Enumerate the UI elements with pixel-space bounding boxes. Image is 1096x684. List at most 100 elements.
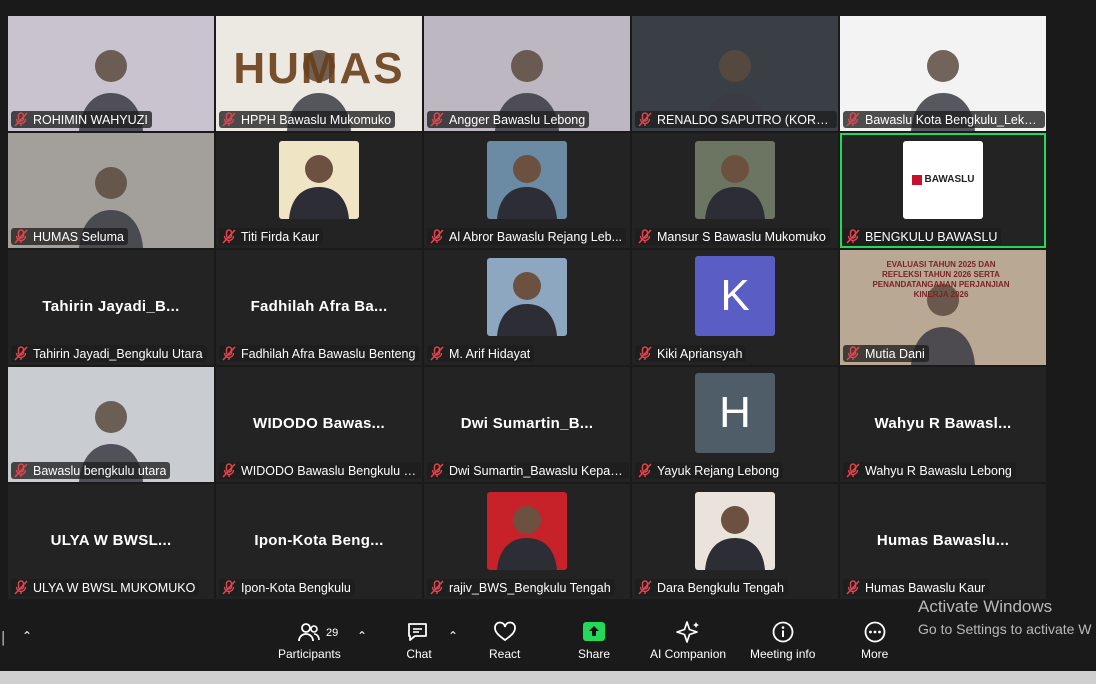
- participant-name: M. Arif Hidayat: [449, 346, 531, 361]
- left-edge-control[interactable]: │: [0, 631, 8, 645]
- activate-windows-watermark: Activate Windows Go to Settings to activ…: [918, 597, 1092, 637]
- mic-muted-icon: [222, 463, 236, 478]
- mic-muted-icon: [638, 112, 652, 127]
- participant-tile[interactable]: Dara Bengkulu Tengah: [632, 484, 838, 599]
- participant-name: Yayuk Rejang Lebong: [657, 463, 780, 478]
- ai-companion-button[interactable]: AI Companion: [650, 621, 726, 661]
- participant-nameplate: Bawaslu Kota Bengkulu_Leka ...: [843, 111, 1045, 128]
- participant-tile[interactable]: Titi Firda Kaur: [216, 133, 422, 248]
- participant-name: rajiv_BWS_Bengkulu Tengah: [449, 580, 611, 595]
- participant-tile[interactable]: K Kiki Apriansyah: [632, 250, 838, 365]
- participant-name: ULYA W BWSL MUKOMUKO: [33, 580, 196, 595]
- participant-nameplate: Ipon-Kota Bengkulu: [219, 579, 355, 596]
- participant-nameplate: Tahirin Jayadi_Bengkulu Utara: [11, 345, 207, 362]
- participant-name: Ipon-Kota Bengkulu: [241, 580, 351, 595]
- meeting-info-button[interactable]: Meeting info: [750, 621, 815, 661]
- participant-tile[interactable]: Bawaslu bengkulu utara: [8, 367, 214, 482]
- participant-name: Humas Bawaslu Kaur: [865, 580, 986, 595]
- mic-muted-icon: [222, 346, 236, 361]
- participant-nameplate: HUMAS Seluma: [11, 228, 128, 245]
- participant-nameplate: Yayuk Rejang Lebong: [635, 462, 784, 479]
- participant-tile[interactable]: Mansur S Bawaslu Mukomuko: [632, 133, 838, 248]
- participant-tile[interactable]: ROHIMIN WAHYUZI: [8, 16, 214, 131]
- participant-nameplate: Dara Bengkulu Tengah: [635, 579, 788, 596]
- participant-nameplate: Mansur S Bawaslu Mukomuko: [635, 228, 830, 245]
- person-photo-icon: [289, 154, 349, 219]
- participant-tile[interactable]: BAWASLU BENGKULU BAWASLU: [840, 133, 1046, 248]
- participant-tile[interactable]: HUMAS HPPH Bawaslu Mukomuko: [216, 16, 422, 131]
- participants-label: Participants: [278, 647, 341, 661]
- participant-name: Mansur S Bawaslu Mukomuko: [657, 229, 826, 244]
- react-button[interactable]: React: [489, 621, 520, 661]
- participant-name: Fadhilah Afra Bawaslu Benteng: [241, 346, 416, 361]
- participant-name: WIDODO Bawaslu Bengkulu S...: [241, 463, 417, 478]
- participant-tile[interactable]: Bawaslu Kota Bengkulu_Leka ...: [840, 16, 1046, 131]
- participant-tile[interactable]: RENALDO SAPUTRO (KORDIV...: [632, 16, 838, 131]
- react-label: React: [489, 647, 521, 661]
- participant-tile[interactable]: Angger Bawaslu Lebong: [424, 16, 630, 131]
- heart-icon: [493, 621, 516, 642]
- mic-muted-icon: [638, 346, 652, 361]
- participant-name: Mutia Dani: [865, 346, 925, 361]
- participant-nameplate: Bawaslu bengkulu utara: [11, 462, 171, 479]
- participant-photo: [279, 140, 359, 219]
- participant-tile[interactable]: WIDODO Bawas... WIDODO Bawaslu Bengkulu S…: [216, 367, 422, 482]
- participant-nameplate: M. Arif Hidayat: [427, 345, 535, 362]
- mic-muted-icon: [222, 112, 236, 127]
- participant-name: Kiki Apriansyah: [657, 346, 743, 361]
- mic-muted-icon: [14, 463, 28, 478]
- person-photo-icon: [497, 505, 557, 570]
- participant-tile[interactable]: Humas Bawaslu... Humas Bawaslu Kaur: [840, 484, 1046, 599]
- participants-icon: [298, 623, 321, 642]
- participant-tile[interactable]: Al Abror Bawaslu Rejang Leb...: [424, 133, 630, 248]
- participants-chevron-icon[interactable]: ⌃: [357, 629, 367, 643]
- participant-name: HUMAS Seluma: [33, 229, 124, 244]
- participant-tile[interactable]: HUMAS Seluma: [8, 133, 214, 248]
- sparkle-icon: [676, 621, 700, 643]
- participant-name: Wahyu R Bawaslu Lebong: [865, 463, 1012, 478]
- participant-nameplate: HPPH Bawaslu Mukomuko: [219, 111, 396, 128]
- participant-display-name: ULYA W BWSL...: [50, 531, 172, 549]
- participant-nameplate: Angger Bawaslu Lebong: [427, 111, 590, 128]
- participant-tile[interactable]: Wahyu R Bawasl... Wahyu R Bawaslu Lebong: [840, 367, 1046, 482]
- bawaslu-logo: BAWASLU: [903, 140, 983, 219]
- chat-button[interactable]: Chat: [406, 621, 432, 661]
- participant-tile[interactable]: M. Arif Hidayat: [424, 250, 630, 365]
- person-photo-icon: [705, 154, 765, 219]
- participants-count: 29: [326, 627, 339, 639]
- mic-muted-icon: [638, 229, 652, 244]
- participant-tile[interactable]: Tahirin Jayadi_B... Tahirin Jayadi_Bengku…: [8, 250, 214, 365]
- ai-companion-label: AI Companion: [650, 647, 727, 661]
- participant-tile[interactable]: EVALUASI TAHUN 2025 DAN REFLEKSI TAHUN 2…: [840, 250, 1046, 365]
- mic-muted-icon: [846, 463, 860, 478]
- participant-display-name: Ipon-Kota Beng...: [254, 531, 384, 549]
- participant-nameplate: Mutia Dani: [843, 345, 929, 362]
- background-banner-text: HUMAS: [233, 44, 405, 93]
- person-photo-icon: [497, 154, 557, 219]
- participant-photo: [487, 257, 567, 336]
- participant-photo: [487, 140, 567, 219]
- mic-muted-icon: [846, 112, 860, 127]
- chevron-up-icon[interactable]: ⌃: [22, 629, 32, 643]
- logo-text: BAWASLU: [924, 174, 975, 185]
- participant-tile[interactable]: rajiv_BWS_Bengkulu Tengah: [424, 484, 630, 599]
- chat-chevron-icon[interactable]: ⌃: [448, 629, 458, 643]
- participant-photo: [487, 491, 567, 570]
- share-button[interactable]: Share: [578, 621, 610, 661]
- person-photo-icon: [705, 505, 765, 570]
- mic-muted-icon: [430, 112, 444, 127]
- participant-tile[interactable]: Dwi Sumartin_B... Dwi Sumartin_Bawaslu Ke…: [424, 367, 630, 482]
- participant-name: Bawaslu Kota Bengkulu_Leka ...: [865, 112, 1041, 127]
- participant-tile[interactable]: H Yayuk Rejang Lebong: [632, 367, 838, 482]
- mic-muted-icon: [222, 229, 236, 244]
- mic-muted-icon: [846, 580, 860, 595]
- mic-muted-icon: [14, 229, 28, 244]
- participant-nameplate: Humas Bawaslu Kaur: [843, 579, 990, 596]
- activate-title: Activate Windows: [918, 597, 1053, 616]
- participant-tile[interactable]: Ipon-Kota Beng... Ipon-Kota Bengkulu: [216, 484, 422, 599]
- participant-tile[interactable]: Fadhilah Afra Ba... Fadhilah Afra Bawaslu…: [216, 250, 422, 365]
- participant-tile[interactable]: ULYA W BWSL... ULYA W BWSL MUKOMUKO: [8, 484, 214, 599]
- more-button[interactable]: More: [861, 621, 888, 661]
- participant-display-name: Wahyu R Bawasl...: [874, 414, 1012, 432]
- video-grid: ROHIMIN WAHYUZI HUMAS HPPH Bawaslu Mukomuk…: [0, 0, 1096, 615]
